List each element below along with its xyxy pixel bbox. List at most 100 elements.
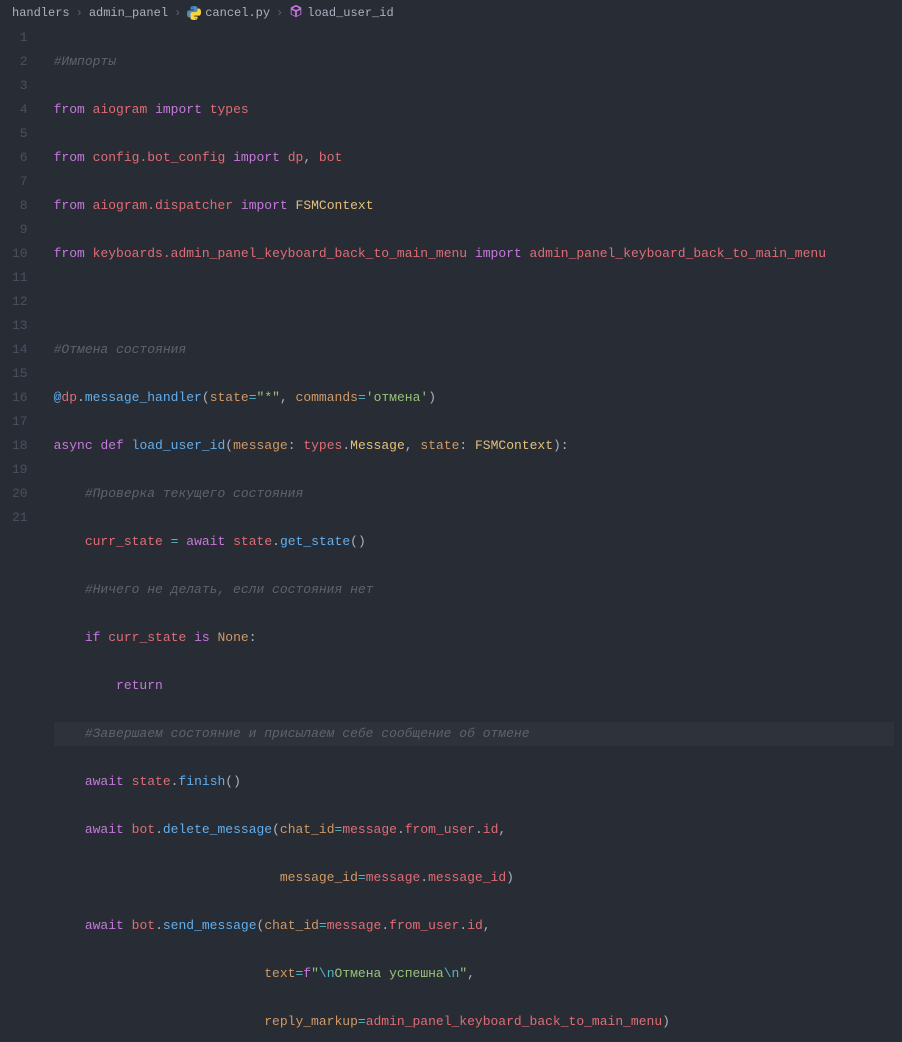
code-line[interactable]: from keyboards.admin_panel_keyboard_back… [54,242,894,266]
token: FSMContext [475,438,553,453]
token-string: 'отмена' [366,390,428,405]
code-line[interactable] [54,290,894,314]
line-number: 13 [12,314,28,338]
python-file-icon [187,6,201,20]
breadcrumb-label: admin_panel [89,6,168,20]
token: state [132,774,171,789]
token: types [210,102,249,117]
token: f [303,966,311,981]
token: \n [444,966,460,981]
code-line[interactable]: from config.bot_config import dp, bot [54,146,894,170]
token: state [210,390,249,405]
code-line[interactable]: #Импорты [54,50,894,74]
token: dp [288,150,304,165]
token: message_id [428,870,506,885]
line-number: 12 [12,290,28,314]
token-keyword: import [233,150,280,165]
line-number: 17 [12,410,28,434]
token: keyboards.admin_panel_keyboard_back_to_m… [93,246,467,261]
token-keyword: import [155,102,202,117]
token-keyword: from [54,246,85,261]
token-keyword: if [85,630,101,645]
code-line[interactable]: from aiogram import types [54,98,894,122]
token: curr_state [85,534,163,549]
token-function: get_state [280,534,350,549]
token-keyword: from [54,150,85,165]
code-editor[interactable]: 1 2 3 4 5 6 7 8 9 10 11 12 13 14 15 16 1… [0,26,902,523]
line-number: 3 [12,74,28,98]
token: reply_markup [264,1014,358,1029]
code-content[interactable]: #Импорты from aiogram import types from … [46,26,902,523]
token-comment: #Отмена состояния [54,342,187,357]
line-number: 6 [12,146,28,170]
breadcrumb-item-symbol[interactable]: load_user_id [289,4,393,22]
token-function: finish [178,774,225,789]
token-string: " [459,966,467,981]
breadcrumb-item-folder[interactable]: handlers [12,6,70,20]
token-keyword: return [116,678,163,693]
code-line[interactable]: curr_state = await state.get_state() [54,530,894,554]
code-line[interactable]: return [54,674,894,698]
token: state [233,534,272,549]
token-comment: #Завершаем состояние и присылаем себе со… [85,726,530,741]
token-function: message_handler [85,390,202,405]
token-keyword: from [54,102,85,117]
token-keyword: from [54,198,85,213]
token: message [366,870,421,885]
code-line[interactable]: await bot.send_message(chat_id=message.f… [54,914,894,938]
line-number: 9 [12,218,28,242]
line-number: 16 [12,386,28,410]
code-line[interactable]: if curr_state is None: [54,626,894,650]
token-function: delete_message [163,822,272,837]
code-line[interactable]: message_id=message.message_id) [54,866,894,890]
line-number: 1 [12,26,28,50]
code-line[interactable]: reply_markup=admin_panel_keyboard_back_t… [54,1010,894,1034]
line-number: 14 [12,338,28,362]
line-number: 21 [12,506,28,530]
code-line[interactable]: from aiogram.dispatcher import FSMContex… [54,194,894,218]
token: admin_panel_keyboard_back_to_main_menu [530,246,826,261]
breadcrumb: handlers › admin_panel › cancel.py › loa… [0,0,902,26]
token: \n [319,966,335,981]
token: id [483,822,499,837]
token: text [264,966,295,981]
token: from_user [405,822,475,837]
breadcrumb-item-folder[interactable]: admin_panel [89,6,168,20]
line-number: 20 [12,482,28,506]
breadcrumb-label: load_user_id [307,6,393,20]
code-line[interactable]: @dp.message_handler(state="*", commands=… [54,386,894,410]
token: types [303,438,342,453]
line-number: 18 [12,434,28,458]
token: curr_state [108,630,186,645]
code-line[interactable]: #Отмена состояния [54,338,894,362]
token-keyword: await [186,534,225,549]
token-function: load_user_id [132,438,226,453]
code-line[interactable]: await state.finish() [54,770,894,794]
chevron-right-icon: › [76,6,83,20]
token: state [420,438,459,453]
code-line-current[interactable]: #Завершаем состояние и присылаем себе со… [54,722,894,746]
chevron-right-icon: › [174,6,181,20]
function-icon [289,4,303,22]
token-function: send_message [163,918,257,933]
token-comment: #Проверка текущего состояния [85,486,303,501]
token-keyword: is [194,630,210,645]
code-line[interactable]: #Ничего не делать, если состояния нет [54,578,894,602]
breadcrumb-item-file[interactable]: cancel.py [187,6,270,20]
line-number: 4 [12,98,28,122]
code-line[interactable]: async def load_user_id(message: types.Me… [54,434,894,458]
token-string: Отмена успешна [335,966,444,981]
breadcrumb-label: handlers [12,6,70,20]
code-line[interactable]: text=f"\nОтмена успешна\n", [54,962,894,986]
token: config.bot_config [93,150,226,165]
code-line[interactable]: #Проверка текущего состояния [54,482,894,506]
token: chat_id [264,918,319,933]
line-number: 10 [12,242,28,266]
line-number: 5 [12,122,28,146]
token: aiogram [93,102,148,117]
token-keyword: await [85,918,124,933]
line-number: 11 [12,266,28,290]
token: message [327,918,382,933]
token: bot [319,150,342,165]
code-line[interactable]: await bot.delete_message(chat_id=message… [54,818,894,842]
